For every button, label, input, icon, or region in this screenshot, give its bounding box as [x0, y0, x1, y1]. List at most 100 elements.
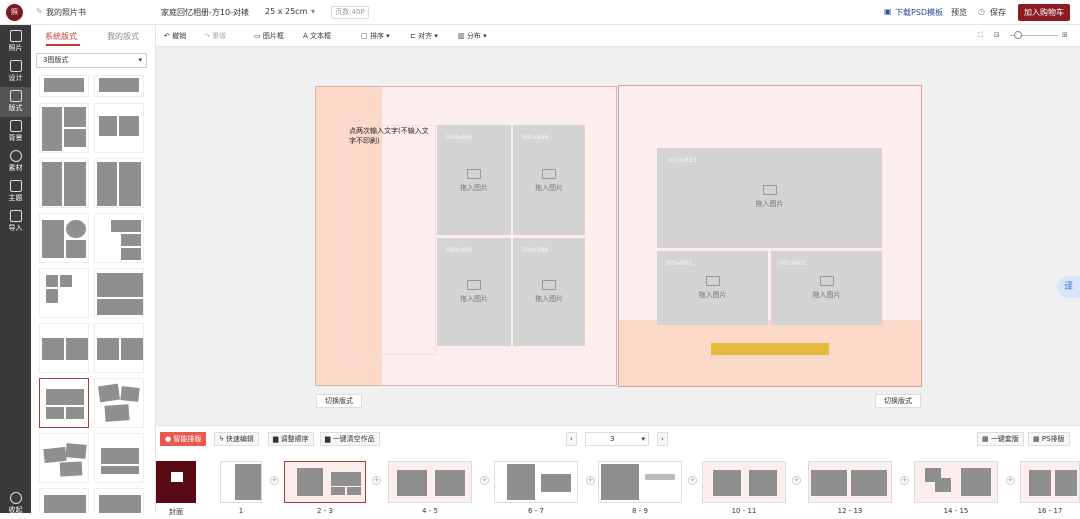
- import-icon: [9, 210, 22, 222]
- nav-background[interactable]: 背景: [0, 117, 31, 147]
- layout-thumb[interactable]: [94, 488, 144, 513]
- layout-thumb[interactable]: [39, 158, 89, 208]
- nav-layout[interactable]: 版式: [0, 87, 31, 117]
- page-count-badge: 页数:40P: [331, 6, 369, 19]
- page-thumb[interactable]: [220, 461, 262, 503]
- distribute-dropdown[interactable]: ▥ 分布 ▾: [458, 31, 487, 41]
- layout-thumb[interactable]: [39, 433, 89, 483]
- page-thumb[interactable]: [702, 461, 786, 503]
- add-page-icon[interactable]: +: [270, 476, 279, 485]
- nav-photos[interactable]: 照片: [0, 27, 31, 57]
- switch-layout-left-button[interactable]: 切换版式: [316, 394, 362, 408]
- text-frame-button[interactable]: A 文本框: [303, 31, 331, 41]
- translate-float-button[interactable]: 译: [1057, 276, 1080, 298]
- layout-thumb-selected[interactable]: [39, 378, 89, 428]
- photo-slot[interactable]: 590x886 拖入图片: [437, 125, 511, 235]
- redo-button[interactable]: ↷ 重做: [204, 31, 226, 41]
- page-thumb-selected[interactable]: [284, 461, 366, 503]
- book-name[interactable]: 我的照片书: [46, 7, 86, 18]
- add-page-icon[interactable]: +: [480, 476, 489, 485]
- left-page[interactable]: 点两次输入文字(不输入文字不印刷) 590x886 拖入图片 590x886 拖入图…: [315, 86, 617, 386]
- decorative-bar: [711, 343, 829, 355]
- layout-thumb[interactable]: [94, 158, 144, 208]
- page-thumb[interactable]: [598, 461, 682, 503]
- preview-button[interactable]: 预览: [951, 7, 967, 18]
- add-page-icon[interactable]: +: [688, 476, 697, 485]
- nav-theme[interactable]: 主题: [0, 177, 31, 207]
- layout-thumb[interactable]: [39, 103, 89, 153]
- right-page[interactable]: 1820x813 拖入图片 905x601 拖入图片 905x601 拖入图片: [618, 85, 922, 387]
- add-to-cart-button[interactable]: 加入购物车: [1018, 4, 1070, 21]
- add-page-icon[interactable]: +: [1006, 476, 1015, 485]
- switch-layout-right-button[interactable]: 切换版式: [875, 394, 921, 408]
- save-button[interactable]: 保存: [990, 7, 1006, 18]
- add-page-icon[interactable]: +: [586, 476, 595, 485]
- next-page-button[interactable]: ›: [657, 432, 668, 446]
- layout-filter-select[interactable]: 3图版式 ▾: [36, 53, 147, 68]
- app-logo[interactable]: 照: [6, 4, 23, 21]
- photo-slot[interactable]: 590x886 拖入图片: [513, 125, 585, 235]
- photo-slot[interactable]: 590x886 拖入图片: [437, 238, 511, 346]
- edit-icon[interactable]: ✎: [36, 7, 43, 16]
- photo-slot[interactable]: 905x601 拖入图片: [771, 251, 882, 325]
- layout-thumb[interactable]: [94, 433, 144, 483]
- layout-thumb[interactable]: [94, 103, 144, 153]
- photo-slot[interactable]: 590x886 拖入图片: [513, 238, 585, 346]
- layout-thumb[interactable]: [39, 213, 89, 263]
- layout-thumb[interactable]: [94, 323, 144, 373]
- layout-thumb[interactable]: [39, 268, 89, 318]
- fit-screen-icon[interactable]: ⛶: [978, 31, 983, 40]
- product-name: 家庭回忆相册-方10-对裱: [161, 8, 249, 17]
- nav-collapse[interactable]: 收起: [0, 489, 31, 519]
- tab-my-layouts[interactable]: 我的版式: [107, 31, 139, 42]
- nav-materials[interactable]: 素材: [0, 147, 31, 177]
- clear-all-button[interactable]: ▆ 一键清空作品: [320, 432, 380, 446]
- image-frame-button[interactable]: ▭ 图片框: [254, 31, 284, 41]
- reorder-button[interactable]: ▆ 调整顺序: [268, 432, 314, 446]
- layout-thumb[interactable]: [39, 323, 89, 373]
- layout-thumb[interactable]: [94, 268, 144, 318]
- chevron-down-icon: ▾: [138, 56, 142, 64]
- smart-layout-button[interactable]: ● 智能排版: [160, 432, 207, 446]
- one-click-template-button[interactable]: ▦ 一键套版: [977, 432, 1024, 446]
- chevron-down-icon[interactable]: ▾: [311, 7, 315, 16]
- nav-design[interactable]: 设计: [0, 57, 31, 87]
- layers-icon: [9, 180, 22, 192]
- zoom-slider-handle[interactable]: [1014, 31, 1022, 39]
- add-page-icon[interactable]: +: [900, 476, 909, 485]
- sort-dropdown[interactable]: ▢ 排序 ▾: [361, 31, 390, 41]
- page-select[interactable]: 3 ▾: [585, 432, 649, 446]
- layout-thumb[interactable]: [39, 488, 89, 513]
- download-psd-link[interactable]: 下载PSD模板: [895, 7, 943, 18]
- layout-thumb[interactable]: [94, 75, 144, 97]
- add-page-icon[interactable]: +: [792, 476, 801, 485]
- text-box[interactable]: 点两次输入文字(不输入文字不印刷): [344, 125, 436, 355]
- chevron-down-icon: ▾: [641, 435, 645, 443]
- zoom-in-icon[interactable]: ⊞: [1062, 31, 1068, 39]
- layout-thumb[interactable]: [39, 75, 89, 97]
- quick-edit-button[interactable]: ϟ 快速编辑: [214, 432, 259, 446]
- page-thumb-cover[interactable]: [156, 461, 196, 503]
- photo-slot[interactable]: 905x601 拖入图片: [657, 251, 768, 325]
- tools-icon: [9, 60, 22, 72]
- tab-system-layouts[interactable]: 系统版式: [45, 31, 77, 42]
- add-page-icon[interactable]: +: [372, 476, 381, 485]
- undo-button[interactable]: ↶ 撤销: [164, 31, 186, 41]
- nav-import[interactable]: 导入: [0, 207, 31, 237]
- page-thumb[interactable]: [388, 461, 472, 503]
- image-placeholder-icon: [542, 280, 556, 290]
- zoom-out-icon[interactable]: ⊟: [994, 31, 1000, 39]
- page-thumb[interactable]: [1020, 461, 1080, 503]
- layout-thumb[interactable]: [94, 213, 144, 263]
- photo-slot[interactable]: 1820x813 拖入图片: [657, 148, 882, 248]
- page-thumb[interactable]: [914, 461, 998, 503]
- size-select[interactable]: 25 x 25cm: [265, 7, 307, 16]
- align-dropdown[interactable]: ⊏ 对齐 ▾: [410, 31, 438, 41]
- page-thumb[interactable]: [808, 461, 892, 503]
- layout-thumb[interactable]: [94, 378, 144, 428]
- image-placeholder-icon: [819, 276, 834, 286]
- page-label: 封面: [169, 508, 183, 516]
- ps-layout-button[interactable]: ▦ PS排版: [1028, 432, 1070, 446]
- prev-page-button[interactable]: ‹: [566, 432, 577, 446]
- page-thumb[interactable]: [494, 461, 578, 503]
